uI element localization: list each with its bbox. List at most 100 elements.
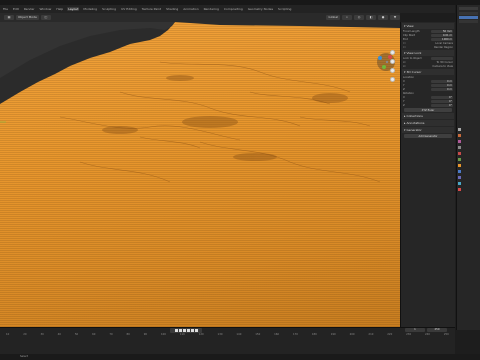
modifier-icon[interactable]	[458, 170, 461, 173]
setting-value[interactable]: 1000 m	[431, 37, 453, 41]
terrain-mesh	[0, 22, 400, 183]
menu-tab[interactable]: Compositing	[223, 7, 244, 11]
axis-value[interactable]: 0 m	[431, 83, 453, 87]
filter-icon[interactable]: ▼	[390, 15, 400, 20]
menu-tab[interactable]: Scripting	[277, 7, 292, 11]
setting-value[interactable]: 50 mm	[431, 29, 453, 33]
setting-label: Focal Length	[403, 29, 420, 33]
frame-tick-label: 250	[443, 333, 449, 336]
menu-tab[interactable]: File	[2, 7, 9, 11]
properties-tabs	[458, 128, 461, 191]
material-icon[interactable]	[458, 188, 461, 191]
outliner[interactable]	[456, 5, 480, 120]
rotation-row[interactable]: Z 0°	[401, 103, 455, 107]
menu-tab[interactable]: Layout	[67, 7, 80, 11]
add-generator-button[interactable]: Add Generator	[404, 134, 452, 138]
object-icon[interactable]	[458, 164, 461, 167]
jump-start-icon[interactable]	[174, 329, 178, 332]
play-reverse-icon[interactable]	[182, 329, 186, 332]
xray-button[interactable]: ◧	[366, 15, 376, 20]
menu-tab[interactable]: Render	[23, 7, 36, 11]
play-icon[interactable]	[186, 329, 190, 332]
frame-tick-label: 30	[40, 333, 44, 336]
render-region-row[interactable]: ☐ Render Region	[401, 45, 455, 49]
hand-icon[interactable]	[390, 59, 395, 64]
axis-value[interactable]: 0°	[431, 95, 453, 99]
menu-tab[interactable]: Rendering	[203, 7, 220, 11]
next-key-icon[interactable]	[190, 329, 194, 332]
render-icon[interactable]	[458, 134, 461, 137]
menu-tab[interactable]: Sculpting	[101, 7, 117, 11]
axis-value[interactable]: 0 m	[431, 79, 453, 83]
snap-icon[interactable]: ⌖	[342, 15, 352, 20]
frame-tick-label: 50	[74, 333, 79, 336]
frame-tick-label: 140	[236, 333, 242, 336]
setting-label: Clip Start	[403, 33, 416, 37]
zoom-icon[interactable]	[390, 50, 395, 55]
menu-tab[interactable]: Edit	[12, 7, 20, 11]
frame-tick-label: 240	[425, 333, 430, 336]
menu-tab[interactable]: Animation	[182, 7, 199, 11]
menu-tab[interactable]: UV Editing	[120, 7, 138, 11]
3d-viewport[interactable]	[0, 22, 400, 327]
frame-tick-label: 220	[387, 333, 393, 336]
frame-tick-label: 150	[255, 333, 261, 336]
shading-solid-button[interactable]: ●	[378, 15, 388, 20]
mode-dropdown[interactable]: Object Mode	[16, 15, 39, 20]
start-frame-field[interactable]: 1	[405, 328, 425, 332]
lock-camera-row[interactable]: ☑ Camera to View	[401, 64, 455, 68]
frame-tick-label: 80	[126, 333, 130, 336]
menu-tab[interactable]: Geometry Nodes	[247, 7, 274, 11]
grid-icon[interactable]	[390, 77, 395, 82]
tool-icon[interactable]	[458, 128, 461, 131]
axis-value[interactable]: 0 m	[431, 87, 453, 91]
frame-tick-label: 180	[311, 333, 317, 336]
jump-end-icon[interactable]	[194, 329, 198, 332]
menu-tab[interactable]: Shading	[165, 7, 179, 11]
frame-range: 1 250	[405, 328, 447, 332]
camera-icon[interactable]	[390, 68, 395, 73]
axis-value[interactable]: 0°	[431, 103, 453, 107]
annotations-header[interactable]: ▸ Annotations	[402, 120, 454, 126]
axis-label: X	[403, 95, 405, 99]
axis-label: Z	[403, 87, 405, 91]
setting-value[interactable]: 0.01 m	[431, 33, 453, 37]
frame-tick-label: 130	[217, 333, 223, 336]
world-icon[interactable]	[458, 158, 461, 161]
axis-value[interactable]: 0°	[431, 99, 453, 103]
frame-tick-label: 10	[6, 333, 10, 336]
overlay-button[interactable]: ◎	[354, 15, 364, 20]
prev-key-icon[interactable]	[178, 329, 182, 332]
scene-icon[interactable]	[458, 152, 461, 155]
frame-tick-label: 160	[274, 333, 280, 336]
frame-tick-label: 120	[198, 333, 204, 336]
particles-icon[interactable]	[458, 176, 461, 179]
timeline-ruler: 10 20 30 40 50 60 70 80 90 100 110 120 130 140 150 160 1…	[0, 333, 455, 339]
view-layer-icon[interactable]	[458, 146, 461, 149]
frame-tick-label: 170	[292, 333, 298, 336]
frame-tick-label: 110	[179, 333, 185, 336]
output-icon[interactable]	[458, 140, 461, 143]
end-frame-field[interactable]: 250	[427, 328, 447, 332]
status-bar: Select	[0, 354, 480, 360]
menu-tab[interactable]: Help	[55, 7, 64, 11]
menu-tab[interactable]: Window	[39, 7, 53, 11]
properties-editor[interactable]	[456, 120, 480, 330]
select-mode-button[interactable]: ◫	[40, 15, 51, 20]
axis-label: Z	[403, 103, 405, 107]
axis-label: Y	[403, 99, 405, 103]
viewport-header: ▦ Object Mode ◫ Global ⌖ ◎ ◧ ● ▼	[0, 13, 400, 22]
collections-header[interactable]: ▸ Collections	[402, 113, 454, 119]
frame-tick-label: 70	[109, 333, 113, 336]
orientation-dropdown[interactable]: Global	[326, 15, 340, 20]
setting-label: End	[403, 37, 408, 41]
menu-tab[interactable]: Texture Paint	[141, 7, 162, 11]
frame-tick-label: 20	[23, 333, 27, 336]
menu-tab[interactable]: Modeling	[82, 7, 98, 11]
rotation-mode-dropdown[interactable]: XYZ Euler	[404, 108, 452, 112]
frame-tick-label: 90	[143, 333, 148, 336]
editor-type-button[interactable]: ▦	[4, 15, 14, 20]
generator-header[interactable]: ▾ Generator	[402, 127, 454, 133]
sidebar-n-panel: ▾ View Focal Length 50 mm Clip Start 0.01 m…	[400, 22, 455, 327]
physics-icon[interactable]	[458, 182, 461, 185]
